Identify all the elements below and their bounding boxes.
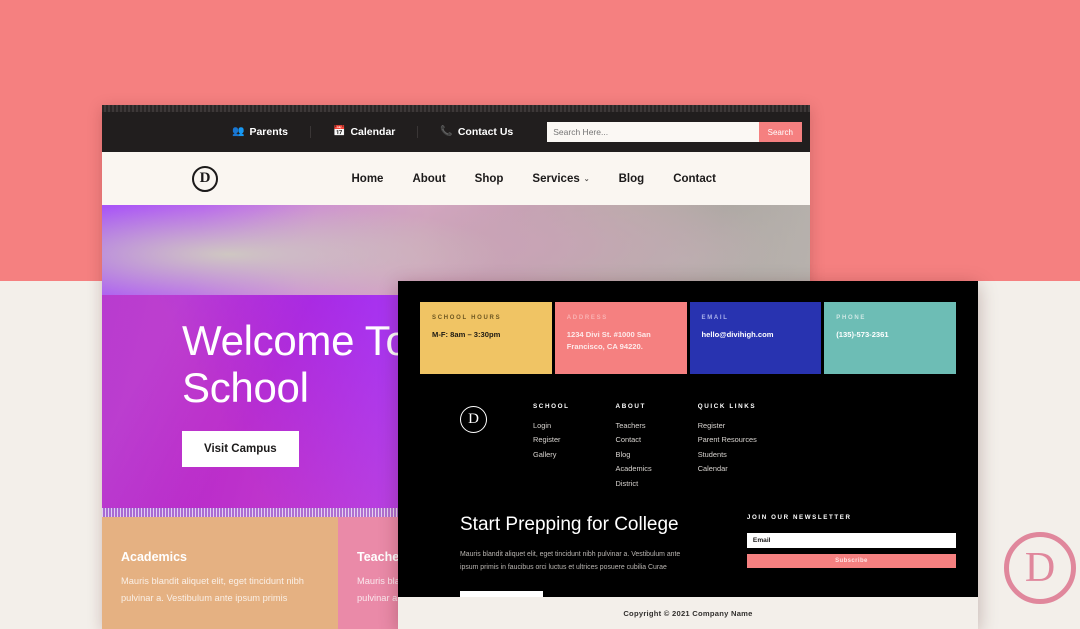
info-box-value: M-F: 8am – 3:30pm bbox=[432, 330, 501, 339]
info-box-value[interactable]: (135)-573-2361 bbox=[836, 329, 944, 341]
visit-campus-button[interactable]: Visit Campus bbox=[182, 431, 299, 468]
phone-icon: 📞 bbox=[440, 126, 453, 137]
card-title: Academics bbox=[121, 550, 188, 564]
footer-link[interactable]: Blog bbox=[616, 448, 652, 462]
info-box-value[interactable]: hello@divihigh.com bbox=[702, 329, 810, 341]
nav-item-label: Shop bbox=[474, 172, 504, 185]
footer-column-about: About Teachers Contact Blog Academics Di… bbox=[616, 403, 652, 491]
footer-link[interactable]: Students bbox=[698, 448, 757, 462]
info-box-label: Phone bbox=[836, 315, 867, 321]
page-canvas: 👥 Parents 📅 Calendar 📞 Contact Us Search… bbox=[0, 0, 1080, 629]
footer-info-boxes: School Hours M-F: 8am – 3:30pm Address 1… bbox=[420, 302, 956, 374]
utility-link-contact[interactable]: 📞 Contact Us bbox=[417, 126, 535, 138]
info-box-label: Email bbox=[701, 315, 729, 321]
divi-logo-icon[interactable]: D bbox=[460, 406, 487, 433]
footer-column-quick-links: Quick Links Register Parent Resources St… bbox=[698, 403, 757, 491]
info-box-school-hours: School Hours M-F: 8am – 3:30pm bbox=[420, 302, 552, 374]
footer-link[interactable]: Calendar bbox=[698, 462, 757, 476]
info-box-address: Address 1234 Divi St. #1000 San Francisc… bbox=[554, 302, 687, 374]
divi-logo-icon[interactable]: D bbox=[192, 165, 218, 192]
decorative-top-strip bbox=[102, 105, 810, 112]
newsletter-heading: Join Our Newsletter bbox=[746, 514, 852, 522]
nav-item-label: Blog bbox=[618, 172, 645, 185]
info-box-phone: Phone (135)-573-2361 bbox=[824, 302, 956, 374]
site-main-nav: D Home About Shop Services ⌄ Blog Contac… bbox=[102, 152, 810, 205]
footer-link[interactable]: District bbox=[616, 477, 652, 491]
nav-item-label: About bbox=[412, 172, 446, 185]
info-box-label: Address bbox=[566, 315, 608, 321]
footer-link[interactable]: Register bbox=[698, 419, 757, 433]
nav-links: Home About Shop Services ⌄ Blog Contact bbox=[352, 173, 785, 185]
footer-link[interactable]: Academics bbox=[616, 462, 652, 476]
divi-watermark-logo-icon: D bbox=[1004, 532, 1076, 604]
utility-links: 👥 Parents 📅 Calendar 📞 Contact Us bbox=[210, 126, 535, 138]
newsletter-email-input[interactable] bbox=[746, 533, 956, 549]
nav-item-services[interactable]: Services ⌄ bbox=[532, 173, 589, 185]
search-button[interactable]: Search bbox=[758, 122, 802, 142]
footer-link[interactable]: Contact bbox=[616, 433, 652, 447]
cta-title: Start Prepping for College bbox=[460, 514, 679, 536]
nav-item-blog[interactable]: Blog bbox=[619, 173, 645, 185]
search-input[interactable] bbox=[547, 122, 759, 142]
utility-link-parents[interactable]: 👥 Parents bbox=[210, 126, 310, 138]
footer-link[interactable]: Teachers bbox=[616, 419, 652, 433]
nav-item-label: Services bbox=[532, 172, 580, 185]
feature-card-academics[interactable]: Academics Mauris blandit aliquet elit, e… bbox=[102, 517, 338, 629]
footer-link-columns: D School Login Register Gallery About Te… bbox=[460, 403, 978, 491]
footer-column-heading: School bbox=[533, 403, 570, 410]
nav-item-label: Contact bbox=[673, 172, 716, 185]
nav-item-shop[interactable]: Shop bbox=[475, 173, 504, 185]
nav-item-contact[interactable]: Contact bbox=[673, 173, 716, 185]
info-box-value: 1234 Divi St. #1000 San Francisco, CA 94… bbox=[566, 330, 651, 351]
utility-link-label: Parents bbox=[249, 126, 288, 138]
utility-link-calendar[interactable]: 📅 Calendar bbox=[309, 126, 417, 138]
card-body: Mauris blandit aliquet elit, eget tincid… bbox=[121, 576, 304, 604]
subscribe-button[interactable]: Subscribe bbox=[746, 554, 956, 569]
people-icon: 👥 bbox=[232, 126, 245, 137]
footer-link[interactable]: Gallery bbox=[533, 448, 570, 462]
info-box-email: Email hello@divihigh.com bbox=[689, 302, 822, 374]
utility-link-label: Contact Us bbox=[457, 126, 514, 138]
footer-link[interactable]: Parent Resources bbox=[698, 433, 757, 447]
footer-column-heading: About bbox=[615, 403, 646, 410]
cta-body: Mauris blandit aliquet elit, eget tincid… bbox=[460, 551, 681, 572]
info-box-label: School Hours bbox=[432, 315, 502, 321]
utility-link-label: Calendar bbox=[350, 126, 396, 138]
footer-link[interactable]: Login bbox=[533, 419, 570, 433]
copyright-text: Copyright © 2021 Company Name bbox=[623, 608, 753, 618]
footer-column-school: School Login Register Gallery bbox=[533, 403, 570, 491]
footer-preview-panel: School Hours M-F: 8am – 3:30pm Address 1… bbox=[398, 281, 978, 629]
copyright-bar: Copyright © 2021 Company Name bbox=[398, 597, 978, 629]
calendar-icon: 📅 bbox=[332, 126, 346, 137]
site-top-utility-bar: 👥 Parents 📅 Calendar 📞 Contact Us Search bbox=[102, 112, 810, 152]
chevron-down-icon: ⌄ bbox=[583, 175, 590, 183]
nav-item-label: Home bbox=[351, 172, 384, 185]
search-form[interactable]: Search bbox=[547, 122, 802, 142]
footer-column-heading: Quick Links bbox=[697, 403, 757, 410]
nav-item-home[interactable]: Home bbox=[352, 173, 384, 185]
footer-link[interactable]: Register bbox=[533, 433, 570, 447]
nav-item-about[interactable]: About bbox=[412, 173, 445, 185]
